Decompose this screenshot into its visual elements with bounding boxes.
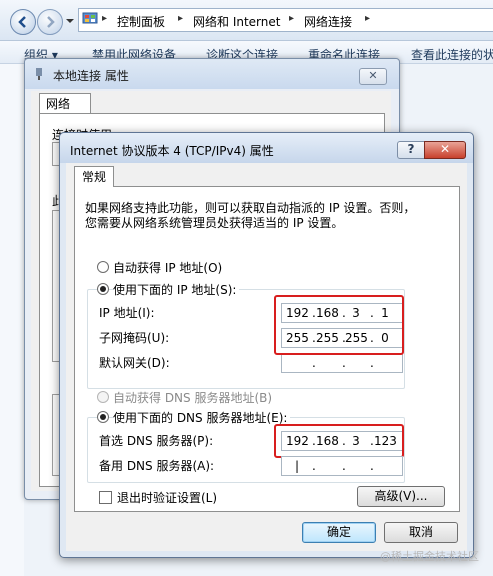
manual-ip-radio[interactable]	[97, 283, 109, 295]
manual-dns-label: 使用下面的 DNS 服务器地址(E):	[113, 409, 291, 426]
dialog-titlebar: Internet 协议版本 4 (TCP/IPv4) 属性 ? ✕	[60, 133, 473, 163]
validate-on-exit-checkbox[interactable]	[99, 491, 112, 504]
auto-ip-label: 自动获得 IP 地址(O)	[113, 261, 223, 275]
auto-ip-radio[interactable]	[97, 261, 109, 273]
octet-separator: .	[370, 459, 374, 473]
dialog-body: 常规 如果网络支持此功能，则可以获取自动指派的 IP 设置。否则， 您需要从网络…	[66, 163, 467, 551]
arrow-right-icon	[47, 16, 55, 28]
breadcrumb-network-internet[interactable]: 网络和 Internet	[193, 13, 280, 30]
control-panel-icon	[82, 12, 98, 24]
octet-separator: .	[312, 459, 316, 473]
network-adapter-icon	[36, 68, 42, 80]
help-button[interactable]: ?	[397, 141, 425, 159]
ip-mask-highlight	[274, 295, 404, 355]
arrow-left-icon	[18, 16, 26, 28]
octet-separator: .	[312, 356, 316, 370]
dns-octet: |	[294, 459, 300, 473]
octet-separator: .	[370, 356, 374, 370]
watermark: @稀土掘金技术社区	[380, 550, 479, 563]
preferred-dns-label: 首选 DNS 服务器(P):	[99, 434, 214, 448]
general-tab-panel: 如果网络支持此功能，则可以获取自动指派的 IP 设置。否则， 您需要从网络系统管…	[74, 186, 460, 512]
alternate-dns-label: 备用 DNS 服务器(A):	[99, 459, 215, 473]
back-button[interactable]	[10, 9, 36, 35]
octet-separator: .	[342, 459, 346, 473]
breadcrumb-separator: ▸	[289, 13, 295, 24]
octet-separator: .	[342, 356, 346, 370]
subnet-mask-label: 子网掩码(U):	[99, 331, 170, 345]
breadcrumb-separator: ▸	[365, 13, 371, 24]
default-gateway-label: 默认网关(D):	[99, 356, 170, 370]
manual-dns-radio[interactable]	[97, 411, 109, 423]
tab-general[interactable]: 常规	[74, 166, 114, 187]
dialog-titlebar: 本地连接 属性 ✕	[25, 59, 399, 89]
ipv4-properties-dialog: Internet 协议版本 4 (TCP/IPv4) 属性 ? ✕ 常规 如果网…	[59, 132, 474, 558]
dns-highlight	[274, 424, 404, 458]
advanced-button[interactable]: 高级(V)...	[357, 486, 445, 507]
ip-address-label: IP 地址(I):	[99, 306, 155, 320]
manual-ip-label: 使用下面的 IP 地址(S):	[113, 281, 240, 298]
dialog-title: Internet 协议版本 4 (TCP/IPv4) 属性	[70, 144, 274, 158]
forward-button[interactable]	[37, 9, 63, 35]
breadcrumb-network-connections[interactable]: 网络连接	[304, 13, 352, 30]
tab-network[interactable]: 网络	[39, 93, 91, 113]
default-gateway-input[interactable]: . . .	[281, 353, 403, 373]
auto-dns-radio[interactable]	[97, 391, 109, 403]
description-text: 您需要从网络系统管理员处获得适当的 IP 设置。	[85, 216, 344, 230]
ok-button[interactable]: 确定	[302, 522, 376, 543]
breadcrumb-separator: ▸	[102, 13, 108, 24]
explorer-content-area	[0, 64, 24, 576]
validate-on-exit-label: 退出时验证设置(L)	[117, 491, 218, 505]
address-bar[interactable]: ▸ 控制面板 ▸ 网络和 Internet ▸ 网络连接 ▸	[78, 8, 493, 32]
auto-dns-label: 自动获得 DNS 服务器地址(B)	[113, 391, 273, 405]
explorer-toolbar: ▸ 控制面板 ▸ 网络和 Internet ▸ 网络连接 ▸	[0, 0, 493, 41]
view-status-command[interactable]: 查看此连接的状态	[411, 46, 493, 63]
recent-pages-dropdown-icon[interactable]	[66, 17, 74, 25]
alternate-dns-input[interactable]: | . . .	[281, 456, 403, 476]
breadcrumb-separator: ▸	[178, 13, 184, 24]
breadcrumb-control-panel[interactable]: 控制面板	[117, 13, 165, 30]
close-button[interactable]: ✕	[359, 68, 387, 85]
close-button[interactable]: ✕	[424, 141, 466, 159]
dialog-title: 本地连接 属性	[53, 69, 129, 83]
cancel-button[interactable]: 取消	[384, 522, 458, 543]
